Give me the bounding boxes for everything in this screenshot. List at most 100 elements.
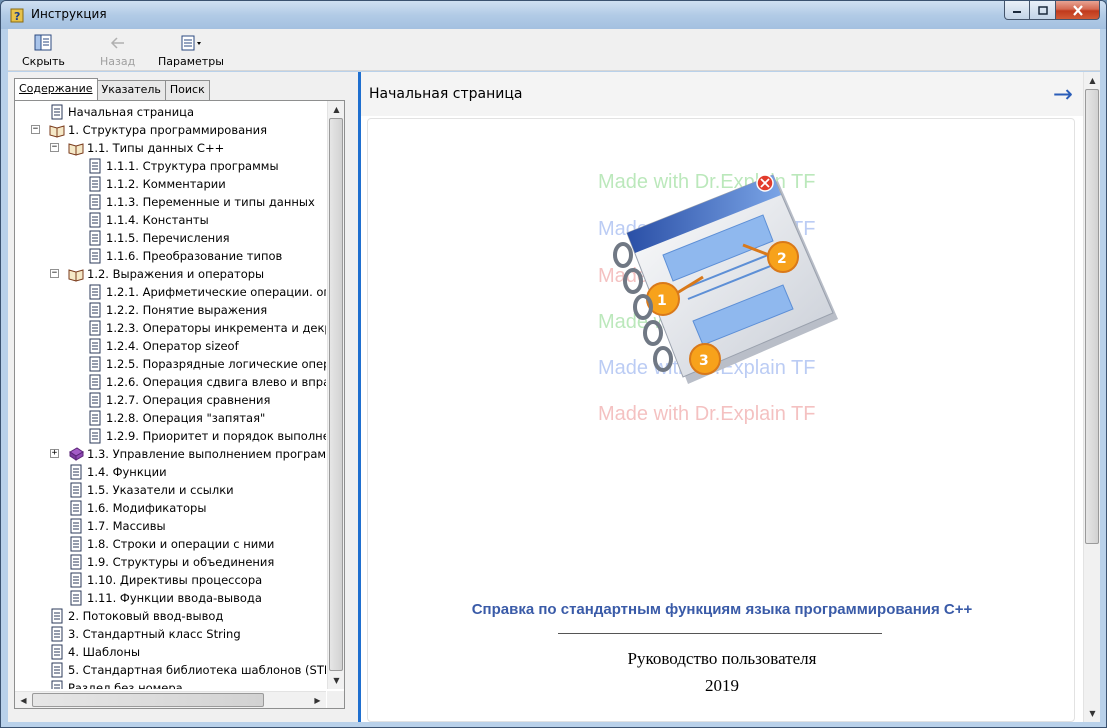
tree-item[interactable]: 2. Потоковый ввод-вывод xyxy=(49,607,223,625)
navigation-pane: Содержание Указатель Поиск Начальная стр… xyxy=(8,72,351,722)
tree-item-label: 1.3. Управление выполнением программ xyxy=(87,447,326,461)
tree-item[interactable]: 1.8. Строки и операции с ними xyxy=(68,535,274,553)
page-icon xyxy=(89,410,101,426)
page-icon xyxy=(89,374,101,390)
close-button[interactable] xyxy=(1056,1,1100,20)
tree-horizontal-scrollbar[interactable]: ◀ ▶ xyxy=(15,691,326,708)
expand-toggle-icon[interactable]: + xyxy=(50,449,59,458)
page-icon xyxy=(51,680,63,689)
tree-item-label: 1.4. Функции xyxy=(87,465,167,479)
tree-item-label: 1.10. Директивы процессора xyxy=(87,573,263,587)
tree-item[interactable]: 1.2.5. Поразрядные логические операц xyxy=(87,355,326,373)
tree-item-label: 1.1.2. Комментарии xyxy=(106,177,226,191)
scroll-left-arrow-icon[interactable]: ◀ xyxy=(15,692,32,708)
help-window: ? Инструкция Скрыть Назад Параметры Соде… xyxy=(0,0,1107,728)
title-bar[interactable]: ? Инструкция xyxy=(1,1,1106,29)
hide-button[interactable]: Скрыть xyxy=(22,33,65,68)
tree-item-label: 2. Потоковый ввод-вывод xyxy=(68,609,224,623)
open-book-icon xyxy=(49,125,65,138)
tree-item[interactable]: 1.1.2. Комментарии xyxy=(87,175,226,193)
page-icon xyxy=(89,392,101,408)
tree-item-label: 1.2.5. Поразрядные логические операц xyxy=(106,357,326,371)
page-icon xyxy=(51,662,63,678)
scroll-down-arrow-icon[interactable]: ▼ xyxy=(328,672,344,689)
tree-item-label: 1.2.6. Операция сдвига влево и вправо xyxy=(106,375,326,389)
tree-item[interactable]: 1.6. Модификаторы xyxy=(68,499,206,517)
tree-item[interactable]: 1.4. Функции xyxy=(68,463,167,481)
tree-item[interactable]: 1.2.3. Операторы инкремента и декрем xyxy=(87,319,326,337)
back-button[interactable]: Назад xyxy=(100,33,135,68)
page-icon xyxy=(89,176,101,192)
tree-item[interactable]: 1.1.4. Константы xyxy=(87,211,209,229)
content-scroll-thumb[interactable] xyxy=(1085,89,1099,544)
tree-item[interactable]: 4. Шаблоны xyxy=(49,643,140,661)
back-arrow-icon xyxy=(110,37,124,49)
svg-text:2: 2 xyxy=(777,251,787,267)
tab-search[interactable]: Поиск xyxy=(164,80,210,100)
tree-item[interactable]: 1.10. Директивы процессора xyxy=(68,571,262,589)
tree-item[interactable]: 1.7. Массивы xyxy=(68,517,166,535)
tree-item[interactable]: 1.2.2. Понятие выражения xyxy=(87,301,267,319)
tree-item[interactable]: 1.2.7. Операция сравнения xyxy=(87,391,270,409)
scroll-up-arrow-icon[interactable]: ▲ xyxy=(1084,72,1101,89)
page-title: Начальная страница xyxy=(369,86,523,102)
scroll-down-arrow-icon[interactable]: ▼ xyxy=(1084,705,1101,722)
page-icon xyxy=(89,428,101,444)
pane-splitter[interactable] xyxy=(351,72,358,722)
tree-item[interactable]: 1.2.6. Операция сдвига влево и вправо xyxy=(87,373,326,391)
user-guide-label: Руководство пользователя xyxy=(627,649,817,668)
tree-item[interactable]: Раздел без номера xyxy=(49,679,183,689)
tree-item[interactable]: 1.2.1. Арифметические операции. опер xyxy=(87,283,326,301)
tree-item-label: 1.7. Массивы xyxy=(87,519,166,533)
tree-item[interactable]: 1.3. Управление выполнением программ xyxy=(68,445,326,463)
page-icon xyxy=(89,248,101,264)
tree-item-label: 5. Стандартная библиотека шаблонов (STL) xyxy=(68,663,326,677)
tree-item[interactable]: 1.5. Указатели и ссылки xyxy=(68,481,234,499)
page-icon xyxy=(89,338,101,354)
tree-item-label: Начальная страница xyxy=(68,105,195,119)
options-button[interactable]: Параметры xyxy=(158,33,224,68)
tab-contents[interactable]: Содержание xyxy=(14,78,98,100)
tree-item[interactable]: 1.2.8. Операция "запятая" xyxy=(87,409,265,427)
maximize-button[interactable] xyxy=(1030,1,1056,20)
tree-hscroll-thumb[interactable] xyxy=(32,693,264,707)
tree-item[interactable]: 1.1.5. Перечисления xyxy=(87,229,230,247)
next-page-arrow-icon[interactable]: → xyxy=(1053,80,1073,108)
tree-item[interactable]: 1.2.4. Оператор sizeof xyxy=(87,337,239,355)
tree-vertical-scrollbar[interactable]: ▲ ▼ xyxy=(327,101,344,689)
page-icon xyxy=(70,572,82,588)
tree-item-label: 1.2.1. Арифметические операции. опер xyxy=(106,285,326,299)
tree-item[interactable]: 1. Структура программирования xyxy=(49,121,267,139)
tree-item[interactable]: 1.1.1. Структура программы xyxy=(87,157,279,175)
tab-index[interactable]: Указатель xyxy=(96,80,166,100)
tree-item[interactable]: 1.11. Функции ввода-вывода xyxy=(68,589,262,607)
collapse-toggle-icon[interactable]: − xyxy=(50,143,59,152)
tree-item[interactable]: 1.1. Типы данных С++ xyxy=(68,139,224,157)
tree-item[interactable]: 1.1.3. Переменные и типы данных xyxy=(87,193,315,211)
scroll-up-arrow-icon[interactable]: ▲ xyxy=(328,101,344,118)
content-header: Начальная страница → xyxy=(361,72,1083,116)
tree-item[interactable]: 1.2.9. Приоритет и порядок выполнени xyxy=(87,427,326,445)
tree-item[interactable]: 1.2. Выражения и операторы xyxy=(68,265,264,283)
tree-item[interactable]: 5. Стандартная библиотека шаблонов (STL) xyxy=(49,661,326,679)
toolbar: Скрыть Назад Параметры xyxy=(8,29,1100,71)
window-title: Инструкция xyxy=(31,7,107,21)
page-icon xyxy=(70,500,82,516)
tree-item-label: 1.5. Указатели и ссылки xyxy=(87,483,234,497)
collapse-toggle-icon[interactable]: − xyxy=(31,125,40,134)
options-icon xyxy=(181,35,201,51)
collapse-toggle-icon[interactable]: − xyxy=(50,269,59,278)
page-icon xyxy=(70,482,82,498)
tree-item[interactable]: 1.1.6. Преобразование типов xyxy=(87,247,282,265)
page-icon xyxy=(89,158,101,174)
tree-item[interactable]: Начальная страница xyxy=(49,103,194,121)
tree-item[interactable]: 3. Стандартный класс String xyxy=(49,625,241,643)
tree-scroll-thumb[interactable] xyxy=(329,118,343,671)
tree-item-label: 1.1.4. Константы xyxy=(106,213,209,227)
tree-item-label: 1.2.7. Операция сравнения xyxy=(106,393,271,407)
scroll-right-arrow-icon[interactable]: ▶ xyxy=(309,692,326,708)
contents-tree-box: Начальная страница 1. Структура программи… xyxy=(14,100,345,709)
tree-item[interactable]: 1.9. Структуры и объединения xyxy=(68,553,274,571)
minimize-button[interactable] xyxy=(1004,1,1030,20)
content-vertical-scrollbar[interactable]: ▲ ▼ xyxy=(1083,72,1100,722)
